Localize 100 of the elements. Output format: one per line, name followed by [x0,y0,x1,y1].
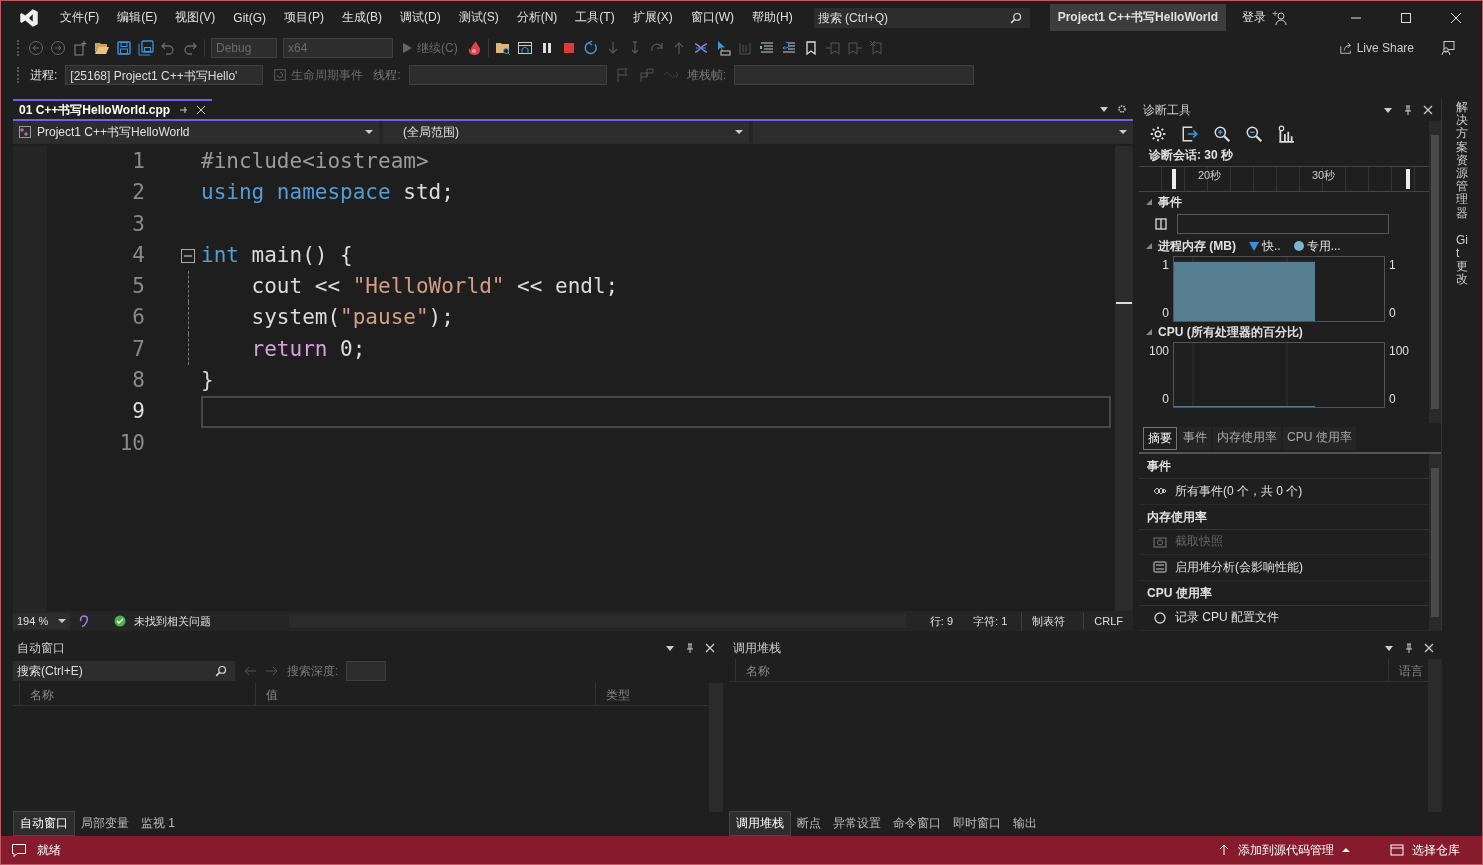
caret-icon [1342,846,1350,854]
save-all-icon[interactable] [138,40,154,56]
share-icon [1338,41,1353,55]
tab[interactable]: 调用堆栈 [729,810,791,836]
tab[interactable]: CPU 使用率 [1283,427,1356,450]
source-control-button[interactable]: 添加到源代码管理 [1212,840,1356,860]
column-header[interactable]: 名称 [19,683,255,705]
tab-list-icon[interactable] [1099,104,1109,114]
menu-item[interactable]: Git(G) [224,10,275,25]
line-ending-status[interactable]: CRLF [1083,613,1133,629]
menu-item[interactable]: 调试(D) [391,9,450,26]
dropdown-icon[interactable] [1383,105,1393,115]
menu-item[interactable]: 窗口(W) [681,9,743,26]
column-header[interactable]: 值 [255,683,595,705]
timeline-ruler[interactable]: 20秒 30秒 [1139,166,1429,192]
feedback-icon[interactable] [1440,40,1456,56]
document-tab[interactable]: 01 C++书写HelloWorld.cpp [13,99,213,119]
search-field[interactable]: 搜索 (Ctrl+Q) [813,7,1030,28]
menu-item[interactable]: 视图(V) [166,9,225,26]
pin-icon[interactable] [1404,643,1414,653]
back-icon[interactable] [28,40,44,56]
tab[interactable]: 异常设置 [827,811,887,835]
close-icon[interactable] [196,105,207,115]
live-share-button[interactable]: Live Share [1336,41,1416,55]
settings-icon[interactable] [1149,125,1167,143]
export-icon[interactable] [1181,125,1199,143]
scrollbar[interactable] [1429,121,1441,423]
pin-icon[interactable] [1403,105,1413,115]
align-lines-icon[interactable] [758,40,775,56]
wrap-lines-icon[interactable] [780,40,797,56]
folder-search-icon[interactable] [494,40,511,56]
save-icon[interactable] [116,40,132,56]
tab[interactable]: 自动窗口 [13,810,75,836]
scope-dropdown[interactable]: (全局范围) [383,121,749,143]
new-item-icon[interactable] [72,40,88,56]
indent-status[interactable]: 制表符 [1021,611,1076,631]
summary-action[interactable]: 所有事件(0 个，共 0 个) [1139,479,1429,505]
menu-item[interactable]: 编辑(E) [108,9,167,26]
app-logo-icon[interactable] [19,7,39,28]
forward-icon[interactable] [50,40,66,56]
menu-item[interactable]: 生成(B) [333,9,391,26]
side-tab[interactable]: 解决方案资源管理器 [1456,101,1468,220]
tab[interactable]: 输出 [1007,811,1043,835]
menu-item[interactable]: 扩展(X) [623,9,682,26]
menu-item[interactable]: 测试(S) [449,9,508,26]
close-icon[interactable] [1450,11,1462,24]
summary-action[interactable]: 记录 CPU 配置文件 [1139,605,1429,631]
expand-icon[interactable] [1145,328,1153,336]
pin-icon[interactable] [685,643,695,653]
column-header[interactable]: 名称 [735,659,1388,681]
zoom-out-icon[interactable] [1245,125,1263,143]
bar-chart-icon[interactable] [1277,125,1295,143]
project-dropdown[interactable]: Project1 C++书写HelloWorld [13,121,379,143]
sign-in-link[interactable]: 登录 [1242,9,1267,26]
expand-icon[interactable] [1145,198,1153,206]
expand-icon[interactable] [1145,242,1153,250]
search-field[interactable]: 搜索(Ctrl+E) [13,661,235,681]
zoom-in-icon[interactable] [1213,125,1231,143]
tab[interactable]: 监视 1 [135,811,181,835]
tab[interactable]: 事件 [1179,427,1211,450]
tab[interactable]: 命令窗口 [887,811,947,835]
repository-button[interactable]: 选择仓库 [1384,840,1466,860]
scrollbar[interactable] [1429,454,1441,631]
tab[interactable]: 内存使用率 [1213,427,1281,450]
redo-icon[interactable] [182,40,198,56]
restart-icon[interactable] [582,40,599,56]
tab[interactable]: 即时窗口 [947,811,1007,835]
memory-chart[interactable] [1173,256,1385,322]
process-dropdown[interactable]: [25168] Project1 C++书写Hello' [65,65,264,85]
notification-icon[interactable] [11,842,27,858]
side-tab[interactable]: Git 更改 [1456,233,1468,287]
undo-icon[interactable] [160,40,176,56]
pause-icon[interactable] [1155,218,1167,230]
events-track[interactable] [1177,214,1389,234]
zoom-dropdown[interactable]: 194 % [13,613,71,629]
tab[interactable]: 摘要 [1143,427,1177,450]
menu-item[interactable]: 工具(T) [566,9,624,26]
scrollbar[interactable] [1115,146,1133,611]
dropdown-icon[interactable] [1384,643,1394,653]
summary-action[interactable]: 启用堆分析(会影响性能) [1139,555,1429,581]
add-user-icon[interactable] [1272,9,1289,26]
close-icon[interactable] [1423,105,1433,115]
tab[interactable]: 局部变量 [75,811,135,835]
menu-item[interactable]: 分析(N) [507,9,567,26]
open-folder-icon[interactable] [94,40,110,56]
menu-item[interactable]: 项目(P) [275,9,333,26]
threads-icon[interactable] [692,40,709,56]
menu-item[interactable]: 文件(F) [51,9,109,26]
dropdown-icon[interactable] [665,643,675,653]
close-icon[interactable] [705,643,715,653]
pin-icon[interactable] [178,105,189,115]
issues-status[interactable]: 未找到相关问题 [134,613,212,629]
tab[interactable]: 断点 [791,811,827,835]
settings-icon[interactable] [1117,104,1127,114]
close-icon[interactable] [1424,643,1434,653]
maximize-icon[interactable] [1400,11,1412,24]
window-icon[interactable] [516,40,533,56]
menu-item[interactable]: 帮助(H) [743,9,802,26]
search-icon[interactable] [215,665,227,677]
collapse-icon[interactable] [181,248,195,263]
